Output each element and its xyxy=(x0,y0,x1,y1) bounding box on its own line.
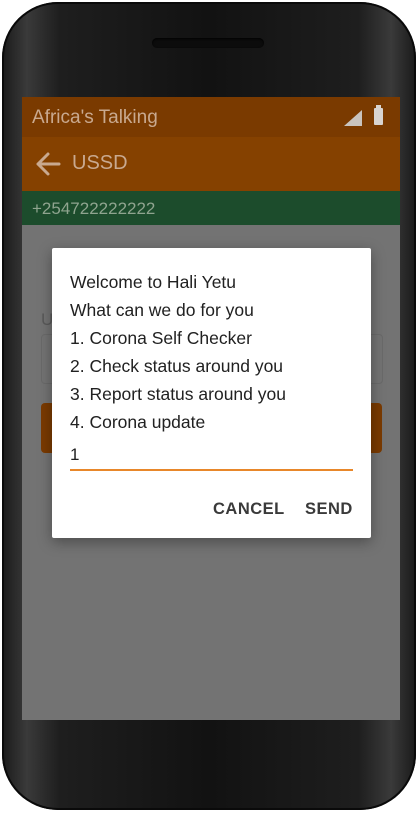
signal-icon xyxy=(344,110,362,126)
status-app-name: Africa's Talking xyxy=(32,107,158,128)
dialog-message-line: 1. Corona Self Checker xyxy=(70,328,252,348)
app-bar-title: USSD xyxy=(72,152,128,174)
phone-number: +254722222222 xyxy=(32,199,156,218)
ussd-reply-input[interactable] xyxy=(70,441,353,471)
battery-icon xyxy=(374,105,383,125)
app-bar: USSD xyxy=(22,137,400,191)
phone-frame: Africa's Talking USSD +254722222222 U We… xyxy=(2,2,416,810)
dialog-message-line: 4. Corona update xyxy=(70,412,206,432)
dialog-message-line: 3. Report status around you xyxy=(70,384,286,404)
send-button[interactable]: SEND xyxy=(305,500,353,519)
dialog-message-line: Welcome to Hali Yetu xyxy=(70,272,237,292)
ussd-dialog: Welcome to Hali Yetu What can we do for … xyxy=(52,248,371,538)
dialog-message-line: What can we do for you xyxy=(70,300,254,320)
phone-number-bar: +254722222222 xyxy=(22,191,400,225)
earpiece-speaker xyxy=(152,38,264,48)
cancel-button[interactable]: CANCEL xyxy=(213,500,285,519)
dialog-message-line: 2. Check status around you xyxy=(70,356,284,376)
arrow-left-icon[interactable] xyxy=(34,151,62,177)
status-bar: Africa's Talking xyxy=(22,97,400,137)
